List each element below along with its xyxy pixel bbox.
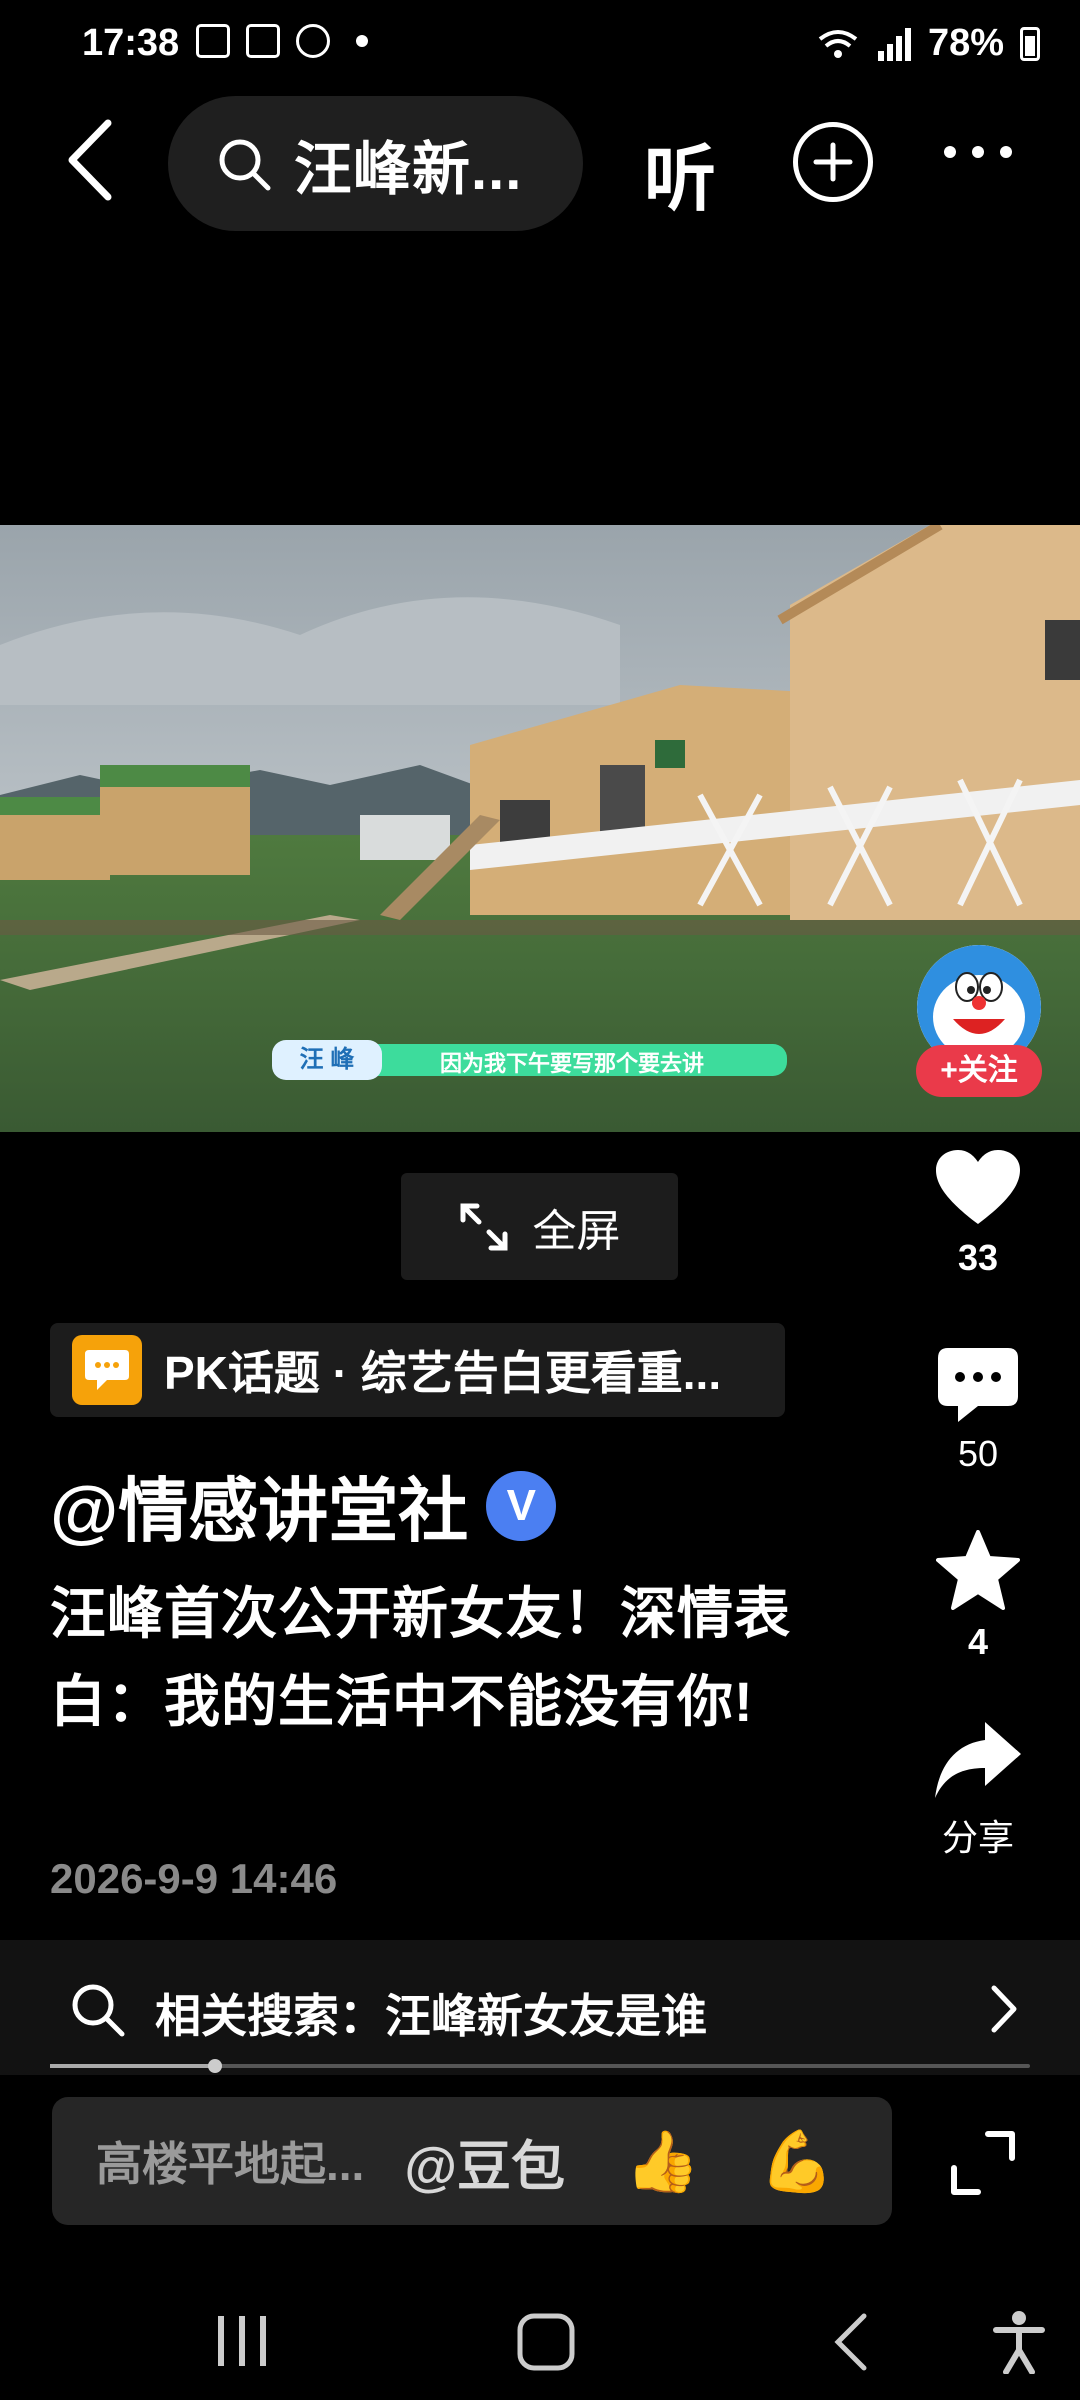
listen-button[interactable]: 听	[644, 120, 716, 225]
battery-percent: 78%	[927, 22, 1004, 64]
gallery-notification-icon	[196, 24, 230, 58]
like-action[interactable]: 33	[908, 1150, 1048, 1279]
mention-doubao[interactable]: @豆包	[404, 2122, 565, 2201]
system-navigation-bar	[0, 2270, 1080, 2400]
status-bar: 17:38 78%	[0, 0, 1080, 90]
video-frame-image	[0, 525, 1080, 1132]
status-right-icons: 78%	[816, 22, 1040, 65]
expand-arrows-icon	[460, 1203, 507, 1250]
progress-knob[interactable]	[208, 2059, 222, 2073]
toutiao-notification-icon	[246, 24, 280, 58]
home-icon[interactable]	[516, 2312, 576, 2372]
search-title: 汪峰新...	[294, 136, 523, 202]
author-row[interactable]: @情感讲堂社 V	[50, 1455, 557, 1556]
post-description: 汪峰首次公开新女友！深情表白：我的生活中不能没有你!	[50, 1582, 791, 1733]
comment-action[interactable]: 50	[908, 1348, 1048, 1475]
author-name[interactable]: @情感讲堂社	[50, 1455, 468, 1556]
verified-badge-icon: V	[486, 1470, 557, 1541]
related-search-text: 相关搜索：汪峰新女友是谁	[155, 1990, 707, 2042]
video-player[interactable]	[0, 525, 1080, 1132]
subtitle-speaker: 汪 峰	[272, 1040, 382, 1080]
topic-text: PK话题 · 综艺告白更看重...	[164, 1347, 722, 1399]
share-arrow-icon	[935, 1722, 1021, 1798]
fullscreen-button[interactable]: 全屏	[401, 1173, 678, 1280]
chevron-right-icon	[991, 1985, 1017, 2033]
back-nav-icon[interactable]	[830, 2312, 870, 2372]
comment-input-bar[interactable]: 高楼平地起... @豆包 👍 💪	[52, 2097, 892, 2225]
fullscreen-label: 全屏	[532, 1206, 621, 1256]
flexed-biceps-emoji[interactable]: 💪	[760, 2126, 835, 2197]
accessibility-icon[interactable]	[992, 2310, 1046, 2374]
video-progress-bar[interactable]	[50, 2059, 1030, 2073]
like-count: 33	[957, 1237, 999, 1278]
battery-icon	[1020, 26, 1040, 61]
search-icon	[72, 1984, 125, 2037]
comment-placeholder: 高楼平地起...	[96, 2138, 365, 2190]
status-time: 17:38	[82, 22, 180, 64]
favorite-action[interactable]: 4	[908, 1530, 1048, 1663]
related-search-bar[interactable]: 相关搜索：汪峰新女友是谁	[0, 1940, 1080, 2075]
post-date: 2026-9-9 14:46	[50, 1855, 338, 1902]
add-icon[interactable]	[793, 122, 873, 202]
back-arrow-icon[interactable]	[60, 115, 120, 205]
search-icon	[219, 139, 271, 190]
more-options-icon[interactable]	[944, 146, 1012, 158]
comment-icon	[938, 1348, 1018, 1422]
heart-icon	[936, 1150, 1020, 1224]
more-notifications-icon	[356, 35, 368, 47]
star-icon	[936, 1530, 1020, 1610]
recent-apps-icon[interactable]	[214, 2314, 270, 2368]
status-left-icons	[196, 24, 368, 58]
chat-bubble-icon	[72, 1335, 142, 1405]
subtitle-text: 因为我下午要写那个要去讲	[440, 1051, 705, 1076]
wifi-icon	[818, 29, 858, 58]
thumbs-up-emoji[interactable]: 👍	[625, 2126, 700, 2197]
share-label: 分享	[941, 1817, 1014, 1858]
signal-icon	[877, 27, 911, 61]
expand-comment-icon[interactable]	[950, 2130, 1016, 2196]
progress-fill	[50, 2064, 216, 2068]
favorite-count: 4	[967, 1621, 989, 1662]
baidu-notification-icon	[296, 24, 330, 58]
follow-button[interactable]: +关注	[916, 1045, 1042, 1097]
pk-topic-chip[interactable]: PK话题 · 综艺告白更看重...	[50, 1323, 785, 1417]
search-pill[interactable]: 汪峰新...	[168, 96, 583, 231]
share-action[interactable]: 分享	[908, 1722, 1048, 1861]
comment-count: 50	[957, 1433, 999, 1474]
